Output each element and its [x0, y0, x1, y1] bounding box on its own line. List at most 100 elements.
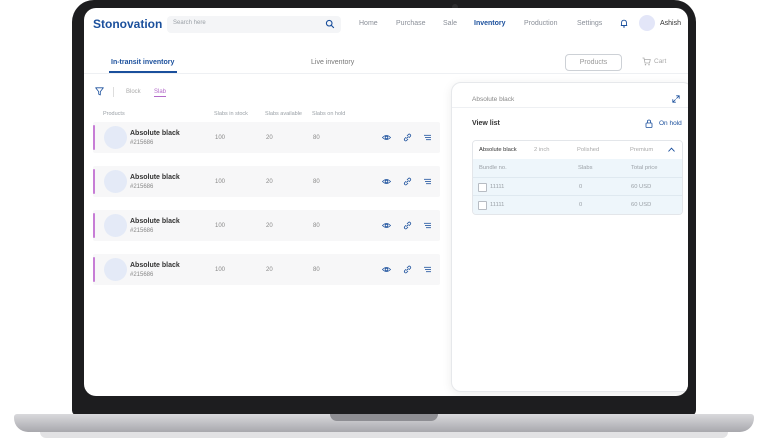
slabs-on-hold: 80 [313, 267, 320, 273]
bundle-price: 60 USD [631, 184, 652, 190]
slabs-on-hold: 80 [313, 179, 320, 185]
nav-home[interactable]: Home [359, 20, 378, 27]
slabs-available: 20 [266, 135, 273, 141]
product-code: #215686 [130, 272, 154, 278]
expand-icon[interactable] [672, 95, 680, 103]
products-button[interactable]: Products [565, 54, 622, 71]
nav-production[interactable]: Production [524, 20, 557, 27]
laptop-notch [330, 414, 438, 421]
summary-product: Absolute black [479, 147, 517, 153]
detail-title: Absolute black [472, 96, 515, 103]
product-code: #215686 [130, 228, 154, 234]
bundle-row[interactable]: 11111 0 60 USD [473, 177, 682, 196]
product-name: Absolute black [130, 218, 180, 225]
table-row[interactable]: Absolute black #215686 100 20 80 [93, 210, 440, 241]
bundle-slabs: 0 [579, 184, 583, 190]
eye-icon[interactable] [382, 265, 391, 274]
product-thumbnail [104, 126, 127, 149]
product-code: #215686 [130, 184, 154, 190]
row-accent-bar [93, 125, 95, 150]
brand-logo[interactable]: Stonovation [93, 17, 162, 31]
summary-finish: Polished [577, 147, 600, 153]
bundle-number: 11111 [490, 184, 505, 190]
summary-grade: Premium [630, 147, 654, 153]
filter-icon[interactable] [95, 87, 104, 96]
search-icon[interactable] [325, 19, 335, 29]
search-input[interactable]: Search here [173, 20, 206, 26]
list-icon[interactable] [423, 221, 432, 230]
product-name: Absolute black [130, 174, 180, 181]
tab-live-inventory[interactable]: Live inventory [311, 59, 354, 66]
product-name: Absolute black [130, 130, 180, 137]
column-products: Products [103, 111, 125, 117]
bundle-checkbox[interactable] [478, 183, 487, 192]
product-code: #215686 [130, 140, 154, 146]
bell-icon[interactable] [620, 19, 628, 28]
laptop-shadow [40, 432, 728, 438]
list-icon[interactable] [423, 265, 432, 274]
bundle-slabs: 0 [579, 202, 583, 208]
product-thumbnail [104, 170, 127, 193]
column-slabs: Slabs [578, 165, 593, 171]
cart-link[interactable]: Cart [654, 58, 666, 65]
row-accent-bar [93, 169, 95, 194]
slabs-in-stock: 100 [215, 267, 226, 273]
column-slabs-on-hold: Slabs on hold [312, 111, 346, 117]
product-thumbnail [104, 258, 127, 281]
table-row[interactable]: Absolute black #215686 100 20 80 [93, 254, 440, 285]
list-icon[interactable] [423, 133, 432, 142]
lock-icon[interactable] [645, 119, 653, 128]
column-slabs-in-stock: Slabs in stock [214, 111, 248, 117]
on-hold-link[interactable]: On hold [659, 120, 682, 127]
search-bar[interactable]: Search here [167, 16, 341, 33]
cart-icon[interactable] [642, 57, 651, 66]
avatar[interactable] [639, 15, 655, 31]
eye-icon[interactable] [382, 133, 391, 142]
nav-sale[interactable]: Sale [443, 20, 457, 27]
eye-icon[interactable] [382, 221, 391, 230]
tab-in-transit[interactable]: In-transit inventory [111, 59, 174, 66]
nav-purchase[interactable]: Purchase [396, 20, 426, 27]
detail-divider [452, 107, 688, 108]
product-thumbnail [104, 214, 127, 237]
bundle-card-header[interactable]: Absolute black 2 inch Polished Premium [473, 141, 682, 159]
bundle-card: Absolute black 2 inch Polished Premium B… [472, 140, 683, 215]
link-icon[interactable] [403, 221, 412, 230]
tabs-divider [84, 73, 688, 74]
detail-panel: Absolute black View list On hold Absolut… [451, 82, 688, 392]
slabs-in-stock: 100 [215, 223, 226, 229]
slabs-in-stock: 100 [215, 179, 226, 185]
eye-icon[interactable] [382, 177, 391, 186]
chevron-up-icon[interactable] [668, 147, 675, 152]
filter-separator [113, 87, 114, 97]
row-accent-bar [93, 257, 95, 282]
nav-inventory[interactable]: Inventory [474, 20, 506, 27]
segment-slab[interactable]: Slab [154, 89, 167, 97]
table-row[interactable]: Absolute black #215686 100 20 80 [93, 122, 440, 153]
bundle-row[interactable]: 11111 0 60 USD [473, 195, 682, 214]
view-list-heading: View list [472, 120, 500, 127]
slabs-on-hold: 80 [313, 223, 320, 229]
bundle-columns: Bundle no. Slabs Total price [473, 159, 682, 177]
table-row[interactable]: Absolute black #215686 100 20 80 [93, 166, 440, 197]
link-icon[interactable] [403, 265, 412, 274]
top-header: Stonovation Search here Home Purchase Sa… [84, 8, 688, 40]
nav-settings[interactable]: Settings [577, 20, 602, 27]
link-icon[interactable] [403, 133, 412, 142]
slabs-available: 20 [266, 223, 273, 229]
app-screen: Stonovation Search here Home Purchase Sa… [84, 8, 688, 396]
slabs-on-hold: 80 [313, 135, 320, 141]
column-slabs-available: Slabs available [265, 111, 302, 117]
list-icon[interactable] [423, 177, 432, 186]
bundle-number: 11111 [490, 202, 505, 208]
column-bundle-no: Bundle no. [479, 165, 507, 171]
slabs-in-stock: 100 [215, 135, 226, 141]
link-icon[interactable] [403, 177, 412, 186]
summary-thickness: 2 inch [534, 147, 550, 153]
column-total-price: Total price [631, 165, 658, 171]
bundle-price: 60 USD [631, 202, 652, 208]
user-name[interactable]: Ashish [660, 20, 681, 27]
bundle-checkbox[interactable] [478, 201, 487, 210]
slabs-available: 20 [266, 179, 273, 185]
segment-block[interactable]: Block [126, 89, 141, 95]
